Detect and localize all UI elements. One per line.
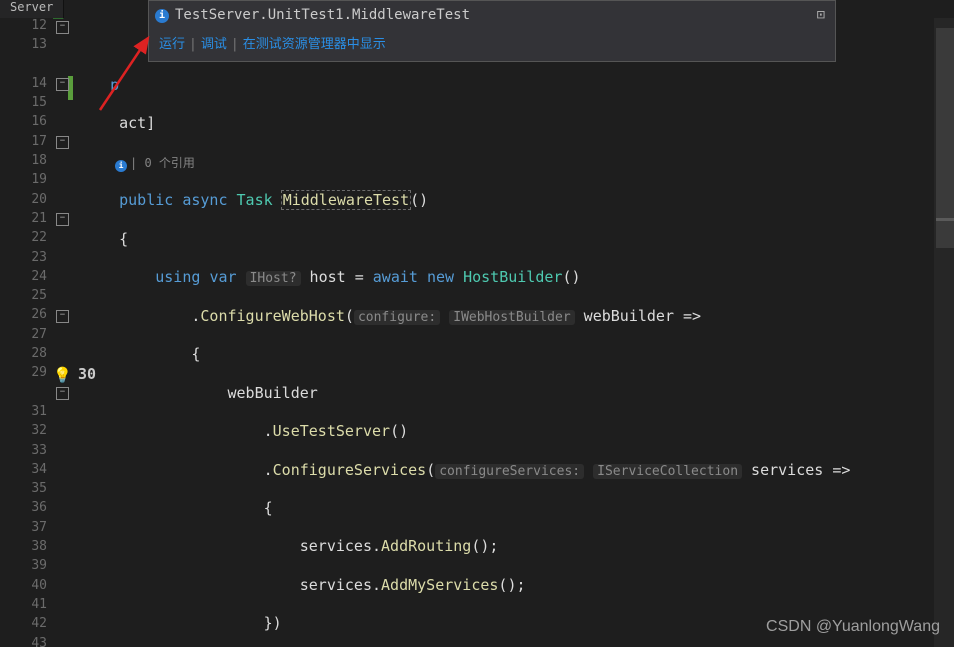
run-link[interactable]: 运行 — [159, 37, 185, 54]
line-number: 41 — [0, 597, 47, 616]
code-line[interactable]: services.AddMyServices(); — [83, 576, 954, 595]
test-codelens-popup: i TestServer.UnitTest1.MiddlewareTest ⊡ … — [148, 0, 836, 62]
line-number: 24 — [0, 269, 47, 288]
line-number-gutter: 1213141516171819202122232425262728293031… — [0, 18, 53, 647]
line-number: 28 — [0, 346, 47, 365]
line-number: 39 — [0, 558, 47, 577]
line-number: 17 — [0, 134, 47, 153]
line-number: 13 — [0, 37, 47, 56]
code-line[interactable]: p — [83, 76, 954, 95]
fold-toggle[interactable]: − — [56, 213, 69, 226]
line-number: 37 — [0, 520, 47, 539]
fold-toggle[interactable]: − — [56, 310, 69, 323]
line-number: 19 — [0, 172, 47, 191]
line-number: 29 — [0, 365, 47, 384]
fold-toggle[interactable]: − — [56, 78, 69, 91]
code-line[interactable]: using var IHost? host = await new HostBu… — [83, 268, 954, 287]
line-number: 14 — [0, 76, 47, 95]
line-number: 20 — [0, 192, 47, 211]
line-number: 16 — [0, 114, 47, 133]
fold-toggle[interactable]: − — [56, 21, 69, 34]
line-number: 34 — [0, 462, 47, 481]
editor-root: Server 121314151617181920212223242526272… — [0, 0, 954, 647]
line-number: 35 — [0, 481, 47, 500]
fold-margin: − − − − − − 💡 30 — [53, 18, 77, 647]
code-line[interactable]: { — [83, 230, 954, 249]
line-number: 33 — [0, 443, 47, 462]
line-number: 38 — [0, 539, 47, 558]
fold-toggle[interactable]: − — [56, 136, 69, 149]
line-number: 21 — [0, 211, 47, 230]
codelens-line[interactable]: i| 0 个引用 — [83, 153, 954, 172]
line-number: 42 — [0, 616, 47, 635]
code-line[interactable]: services.AddRouting(); — [83, 537, 954, 556]
code-line[interactable]: .ConfigureServices(configureServices: IS… — [83, 461, 954, 480]
popup-close-icon[interactable]: ⊡ — [813, 7, 829, 25]
code-line[interactable]: .UseTestServer() — [83, 422, 954, 441]
code-line[interactable]: public async Task MiddlewareTest() — [83, 191, 954, 210]
fold-toggle[interactable]: − — [56, 387, 69, 400]
line-number: 15 — [0, 95, 47, 114]
line-number: 27 — [0, 327, 47, 346]
watermark: CSDN @YuanlongWang — [766, 617, 940, 637]
codelens-refs[interactable]: | 0 个引用 — [130, 156, 195, 170]
tab-server[interactable]: Server — [0, 0, 64, 19]
info-icon: i — [115, 160, 127, 172]
info-icon: i — [155, 9, 169, 23]
code-line[interactable]: { — [83, 345, 954, 364]
line-number: 32 — [0, 423, 47, 442]
line-number: 18 — [0, 153, 47, 172]
code-line[interactable]: act] — [83, 114, 954, 133]
line-number: 43 — [0, 636, 47, 647]
popup-title: TestServer.UnitTest1.MiddlewareTest — [175, 7, 813, 25]
debug-link[interactable]: 调试 — [201, 37, 227, 54]
code-editor[interactable]: 1213141516171819202122232425262728293031… — [0, 18, 954, 647]
code-body[interactable]: p act] i| 0 个引用 public async Task Middle… — [77, 18, 954, 647]
code-line[interactable]: webBuilder — [83, 384, 954, 403]
line-number: 31 — [0, 404, 47, 423]
line-number: 25 — [0, 288, 47, 307]
show-in-explorer-link[interactable]: 在测试资源管理器中显示 — [243, 37, 386, 54]
code-line[interactable]: .ConfigureWebHost(configure: IWebHostBui… — [83, 307, 954, 326]
line-number: 40 — [0, 578, 47, 597]
light-bulb-icon[interactable]: 💡 — [53, 366, 69, 382]
line-number: 36 — [0, 500, 47, 519]
code-line[interactable]: { — [83, 499, 954, 518]
line-number: 12 — [0, 18, 47, 37]
line-number: 23 — [0, 250, 47, 269]
line-number: 26 — [0, 307, 47, 326]
line-number: 22 — [0, 230, 47, 249]
